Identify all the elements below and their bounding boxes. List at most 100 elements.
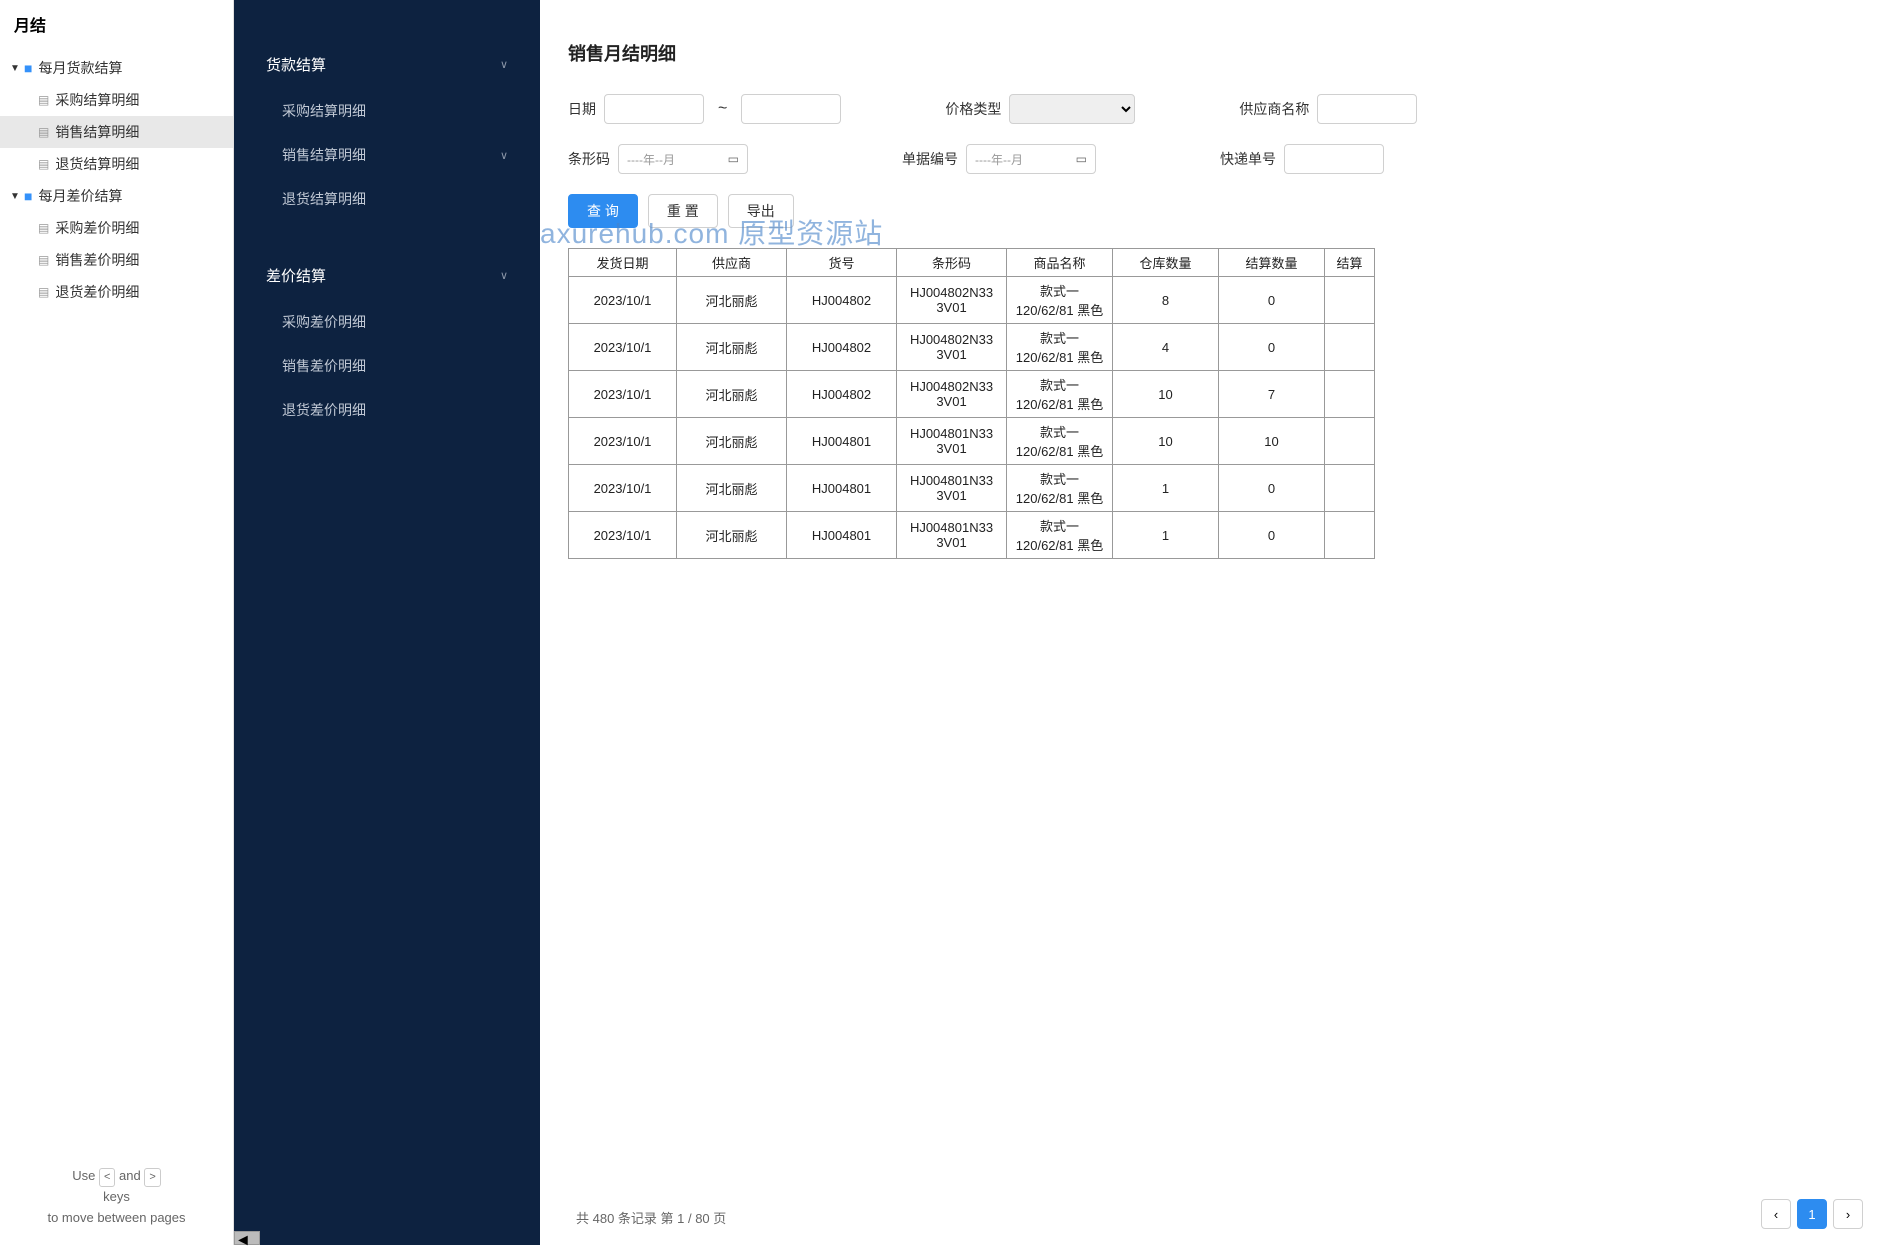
main-content: axurehub.com 原型资源站 销售月结明细 日期 ~ 价格类型 供应商名…	[540, 0, 1893, 1245]
table-row[interactable]: 2023/10/1河北丽彪HJ004802HJ004802N333V01款式一1…	[569, 277, 1375, 324]
dark-section-payment[interactable]: 货款结算 ∨	[234, 40, 540, 89]
table-cell: 1	[1113, 512, 1219, 559]
dark-item-sale-diff[interactable]: 销售差价明细	[234, 344, 540, 388]
table-cell: 河北丽彪	[677, 371, 787, 418]
export-button[interactable]: 导出	[728, 194, 794, 228]
table-cell: 8	[1113, 277, 1219, 324]
filter-row-2: 条形码 ----年--月 ▭ 单据编号 ----年--月 ▭ 快递单号	[568, 144, 1865, 174]
date-from-input[interactable]	[604, 94, 704, 124]
table-cell: 10	[1219, 418, 1325, 465]
dark-item-purchase-settle[interactable]: 采购结算明细	[234, 89, 540, 133]
tree-item-sale-settle[interactable]: ▤ 销售结算明细	[0, 116, 233, 148]
table-cell: HJ004802	[787, 324, 897, 371]
tree-item-label: 销售差价明细	[55, 250, 139, 270]
table-cell: 2023/10/1	[569, 418, 677, 465]
docno-date-input[interactable]: ----年--月 ▭	[966, 144, 1096, 174]
file-icon: ▤	[38, 125, 49, 139]
table-cell	[1325, 371, 1375, 418]
table-cell: HJ004801N333V01	[897, 512, 1007, 559]
data-table: 发货日期 供应商 货号 条形码 商品名称 仓库数量 结算数量 结算 2023/1…	[568, 248, 1375, 559]
table-cell: HJ004802N333V01	[897, 277, 1007, 324]
table-row[interactable]: 2023/10/1河北丽彪HJ004802HJ004802N333V01款式一1…	[569, 324, 1375, 371]
table-cell	[1325, 465, 1375, 512]
table-row[interactable]: 2023/10/1河北丽彪HJ004801HJ004801N333V01款式一1…	[569, 465, 1375, 512]
dark-section-diff[interactable]: 差价结算 ∨	[234, 251, 540, 300]
table-cell: 款式一120/62/81 黑色	[1007, 418, 1113, 465]
table-cell: 2023/10/1	[569, 465, 677, 512]
tree-group-payment[interactable]: ▼ ■ 每月货款结算	[0, 52, 233, 84]
folder-icon: ■	[24, 60, 32, 76]
key-left-icon: <	[99, 1168, 115, 1188]
chevron-down-icon: ∨	[500, 269, 508, 282]
pager-prev-button[interactable]: ‹	[1761, 1199, 1791, 1229]
table-cell: HJ004801	[787, 418, 897, 465]
file-icon: ▤	[38, 253, 49, 267]
trackno-input[interactable]	[1284, 144, 1384, 174]
table-cell: 款式一120/62/81 黑色	[1007, 512, 1113, 559]
dark-item-return-diff[interactable]: 退货差价明细	[234, 388, 540, 432]
label-trackno: 快递单号	[1220, 149, 1276, 169]
barcode-date-input[interactable]: ----年--月 ▭	[618, 144, 748, 174]
chevron-down-icon: ∨	[500, 58, 508, 71]
table-cell	[1325, 418, 1375, 465]
label-date: 日期	[568, 99, 596, 119]
scrollbar-horizontal[interactable]: ◄	[234, 1231, 260, 1245]
file-icon: ▤	[38, 157, 49, 171]
table-row[interactable]: 2023/10/1河北丽彪HJ004801HJ004801N333V01款式一1…	[569, 512, 1375, 559]
tilde: ~	[718, 100, 727, 118]
pager-next-button[interactable]: ›	[1833, 1199, 1863, 1229]
price-type-select[interactable]	[1009, 94, 1135, 124]
caret-down-icon: ▼	[10, 191, 22, 202]
table-cell: 10	[1113, 371, 1219, 418]
table-row[interactable]: 2023/10/1河北丽彪HJ004801HJ004801N333V01款式一1…	[569, 418, 1375, 465]
reset-button[interactable]: 重 置	[648, 194, 718, 228]
calendar-icon: ▭	[1076, 152, 1087, 166]
tree-item-purchase-diff[interactable]: ▤ 采购差价明细	[0, 212, 233, 244]
table-header-row: 发货日期 供应商 货号 条形码 商品名称 仓库数量 结算数量 结算	[569, 249, 1375, 277]
table-cell: 河北丽彪	[677, 512, 787, 559]
pager-page-1[interactable]: 1	[1797, 1199, 1827, 1229]
table-cell: HJ004801	[787, 465, 897, 512]
table-cell	[1325, 512, 1375, 559]
table-cell	[1325, 277, 1375, 324]
dark-item-purchase-diff[interactable]: 采购差价明细	[234, 300, 540, 344]
tree-item-return-settle[interactable]: ▤ 退货结算明细	[0, 148, 233, 180]
th-code: 货号	[787, 249, 897, 277]
file-icon: ▤	[38, 285, 49, 299]
supplier-input[interactable]	[1317, 94, 1417, 124]
table-cell: 2023/10/1	[569, 512, 677, 559]
tree-item-label: 采购差价明细	[55, 218, 139, 238]
label-barcode: 条形码	[568, 149, 610, 169]
table-row[interactable]: 2023/10/1河北丽彪HJ004802HJ004802N333V01款式一1…	[569, 371, 1375, 418]
table-cell: HJ004801	[787, 512, 897, 559]
key-right-icon: >	[144, 1168, 160, 1188]
table-cell: 0	[1219, 512, 1325, 559]
th-settle-qty: 结算数量	[1219, 249, 1325, 277]
query-button[interactable]: 查 询	[568, 194, 638, 228]
tree-item-purchase-settle[interactable]: ▤ 采购结算明细	[0, 84, 233, 116]
th-settle: 结算	[1325, 249, 1375, 277]
tree-item-sale-diff[interactable]: ▤ 销售差价明细	[0, 244, 233, 276]
table-cell: 4	[1113, 324, 1219, 371]
th-wh-qty: 仓库数量	[1113, 249, 1219, 277]
th-barcode: 条形码	[897, 249, 1007, 277]
tree-item-label: 退货结算明细	[55, 154, 139, 174]
table-cell: 1	[1113, 465, 1219, 512]
tree-group-label: 每月货款结算	[38, 58, 122, 78]
table-cell	[1325, 324, 1375, 371]
table-cell: HJ004802N333V01	[897, 324, 1007, 371]
dark-item-return-settle[interactable]: 退货结算明细	[234, 177, 540, 221]
page-title: 销售月结明细	[568, 40, 1865, 66]
caret-down-icon: ▼	[10, 63, 22, 74]
tree-item-return-diff[interactable]: ▤ 退货差价明细	[0, 276, 233, 308]
filter-row-1: 日期 ~ 价格类型 供应商名称	[568, 94, 1865, 124]
tree-panel: 月结 ▼ ■ 每月货款结算 ▤ 采购结算明细 ▤ 销售结算明细 ▤ 退货结算明细…	[0, 0, 234, 1245]
date-to-input[interactable]	[741, 94, 841, 124]
table-cell: HJ004802N333V01	[897, 371, 1007, 418]
table-cell: 7	[1219, 371, 1325, 418]
chevron-down-icon: ∨	[500, 149, 508, 162]
tree-group-diff[interactable]: ▼ ■ 每月差价结算	[0, 180, 233, 212]
table-cell: 河北丽彪	[677, 465, 787, 512]
dark-item-sale-settle[interactable]: 销售结算明细 ∨	[234, 133, 540, 177]
tree-item-label: 采购结算明细	[55, 90, 139, 110]
